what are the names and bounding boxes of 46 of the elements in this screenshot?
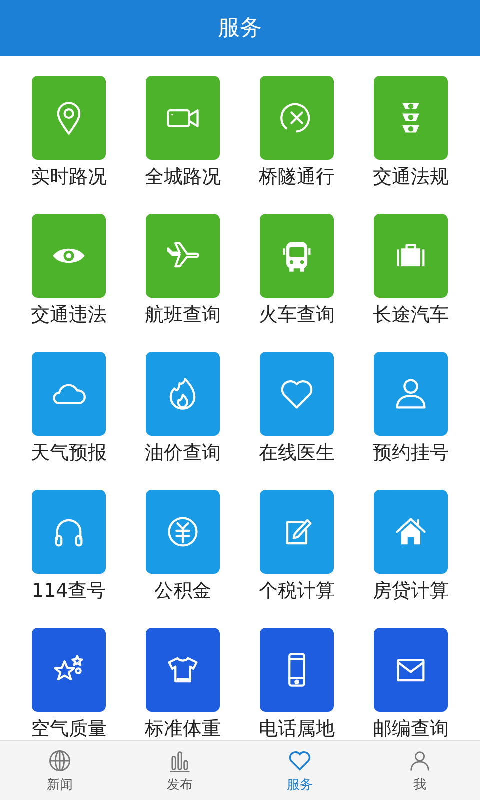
service-tile[interactable] <box>32 490 106 574</box>
service-tile[interactable] <box>146 490 220 574</box>
service-tile[interactable] <box>374 352 448 436</box>
service-label: 房贷计算 <box>373 580 449 602</box>
page-title: 服务 <box>218 14 262 42</box>
service-tile[interactable] <box>146 628 220 712</box>
service-label: 交通违法 <box>31 304 107 326</box>
service-tile[interactable] <box>146 352 220 436</box>
service-tile[interactable] <box>260 214 334 298</box>
service-label: 交通法规 <box>373 166 449 188</box>
service-tile[interactable] <box>374 76 448 160</box>
service-label: 航班查询 <box>145 304 221 326</box>
service-tile[interactable] <box>374 214 448 298</box>
service-tile[interactable] <box>32 214 106 298</box>
service-label: 标准体重 <box>145 718 221 740</box>
service-label: 长途汽车 <box>373 304 449 326</box>
tab[interactable]: 发布 <box>120 741 240 800</box>
service-label: 在线医生 <box>259 442 335 464</box>
service-label: 天气预报 <box>31 442 107 464</box>
service-tile[interactable] <box>374 628 448 712</box>
service-tile[interactable] <box>260 490 334 574</box>
tab[interactable]: 服务 <box>240 741 360 800</box>
service-label: 实时路况 <box>31 166 107 188</box>
service-label: 预约挂号 <box>373 442 449 464</box>
service-tile[interactable] <box>260 76 334 160</box>
service-tile[interactable] <box>32 628 106 712</box>
service-label: 桥隧通行 <box>259 166 335 188</box>
tab[interactable]: 我 <box>360 741 480 800</box>
service-tile[interactable] <box>146 214 220 298</box>
service-tile[interactable] <box>374 490 448 574</box>
service-label: 公积金 <box>154 580 212 602</box>
service-tile[interactable] <box>260 352 334 436</box>
service-tile[interactable] <box>32 76 106 160</box>
service-label: 114查号 <box>32 580 106 602</box>
service-label: 电话属地 <box>259 718 335 740</box>
service-tile[interactable] <box>32 352 106 436</box>
service-label: 全城路况 <box>145 166 221 188</box>
service-label: 个税计算 <box>259 580 335 602</box>
service-label: 空气质量 <box>31 718 107 740</box>
globe-icon <box>47 748 73 774</box>
service-tile[interactable] <box>146 76 220 160</box>
service-label: 邮编查询 <box>373 718 449 740</box>
service-tile[interactable] <box>260 628 334 712</box>
tab[interactable]: 新闻 <box>0 741 120 800</box>
service-label: 油价查询 <box>145 442 221 464</box>
service-label: 火车查询 <box>259 304 335 326</box>
